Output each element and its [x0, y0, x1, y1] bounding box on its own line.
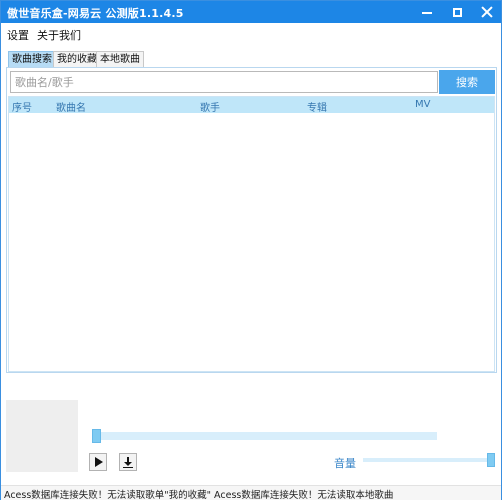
- tab-local-songs[interactable]: 本地歌曲: [96, 51, 144, 68]
- download-button[interactable]: [119, 453, 137, 471]
- search-input[interactable]: [10, 71, 438, 93]
- search-button[interactable]: 搜索: [439, 70, 495, 94]
- album-cover: [6, 400, 78, 472]
- app-window: 傲世音乐盒-网易云 公测版1.1.4.5 设置 关于我们 歌曲搜索 我的收藏 本…: [0, 0, 502, 501]
- tab-my-favorites[interactable]: 我的收藏: [53, 51, 101, 68]
- volume-label: 音量: [334, 457, 356, 470]
- close-icon: [481, 6, 493, 18]
- status-bar: Acess数据库连接失败！无法读取歌单"我的收藏" Acess数据库连接失败！无…: [1, 485, 501, 501]
- status-message: Acess数据库连接失败！无法读取歌单"我的收藏" Acess数据库连接失败！无…: [4, 490, 394, 501]
- song-table[interactable]: 序号 歌曲名 歌手 专辑 MV: [8, 96, 495, 372]
- column-header-mv[interactable]: MV: [415, 99, 430, 110]
- menu-about[interactable]: 关于我们: [37, 27, 81, 43]
- maximize-button[interactable]: [445, 1, 469, 23]
- play-icon: [95, 457, 103, 467]
- progress-track[interactable]: [95, 432, 437, 440]
- volume-slider-handle[interactable]: [487, 453, 495, 467]
- column-header-index[interactable]: 序号: [12, 99, 32, 114]
- menu-bar: 设置 关于我们: [1, 23, 501, 43]
- maximize-icon: [452, 7, 462, 17]
- menu-settings[interactable]: 设置: [7, 27, 29, 43]
- volume-slider-track[interactable]: [363, 458, 491, 462]
- column-header-album[interactable]: 专辑: [307, 99, 327, 114]
- close-button[interactable]: [475, 1, 499, 23]
- search-panel: 搜索 序号 歌曲名 歌手 专辑 MV: [6, 67, 497, 373]
- minimize-icon: [422, 12, 432, 14]
- play-button[interactable]: [89, 453, 107, 471]
- minimize-button[interactable]: [415, 1, 439, 23]
- window-title: 傲世音乐盒-网易云 公测版1.1.4.5: [7, 7, 184, 20]
- tab-song-search[interactable]: 歌曲搜索: [8, 51, 56, 68]
- tab-bar: 歌曲搜索 我的收藏 本地歌曲: [1, 43, 501, 68]
- title-bar[interactable]: 傲世音乐盒-网易云 公测版1.1.4.5: [1, 1, 501, 23]
- column-header-singer[interactable]: 歌手: [200, 99, 220, 114]
- download-icon: [123, 456, 133, 468]
- column-header-song-name[interactable]: 歌曲名: [56, 99, 86, 114]
- progress-handle[interactable]: [92, 429, 101, 443]
- table-header: 序号 歌曲名 歌手 专辑 MV: [9, 97, 494, 114]
